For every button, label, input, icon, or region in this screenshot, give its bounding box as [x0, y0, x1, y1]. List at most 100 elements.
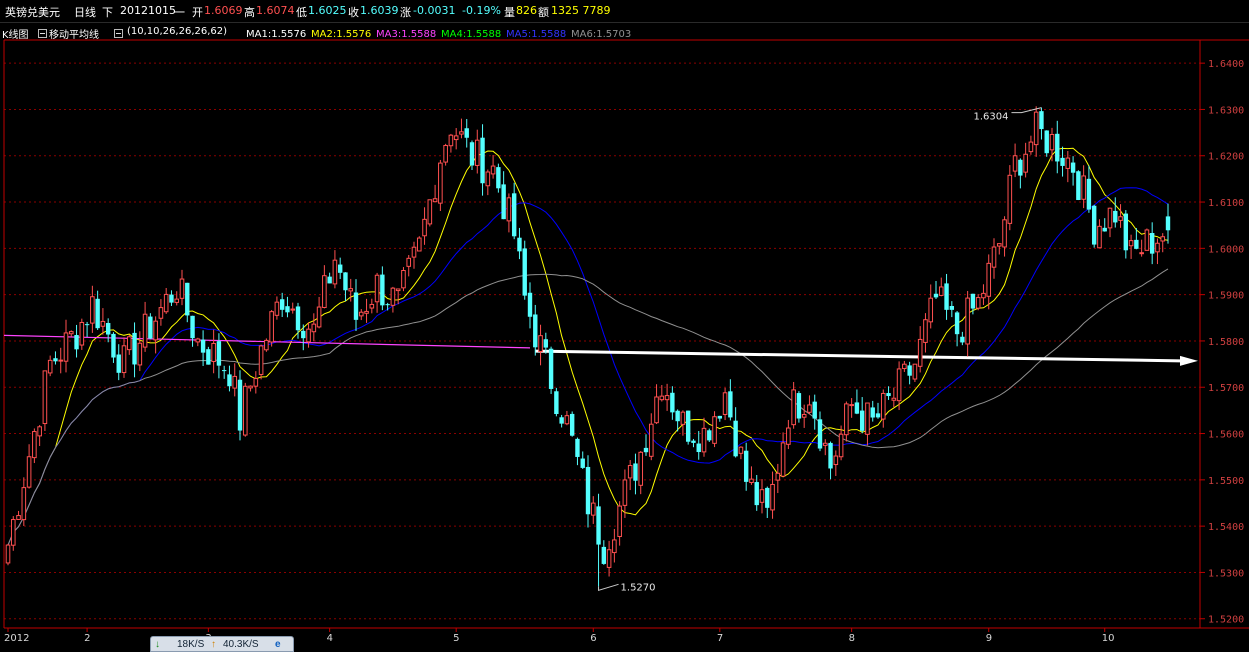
candle	[358, 309, 364, 321]
candle-body	[1023, 153, 1028, 173]
y-tick-label: 1.5400	[1208, 522, 1244, 533]
candle	[717, 415, 723, 422]
candle	[506, 193, 512, 233]
candle-body	[575, 438, 580, 457]
candle	[448, 133, 454, 153]
candle	[622, 469, 628, 518]
candle	[854, 389, 860, 415]
candle-body	[1049, 133, 1055, 151]
candle	[670, 386, 675, 420]
candle	[1102, 218, 1107, 232]
candle-body	[691, 440, 696, 443]
candle-body	[1076, 171, 1081, 200]
candle-body	[174, 298, 180, 303]
candle-body	[327, 276, 332, 284]
candle-body	[453, 135, 459, 141]
candle-body	[527, 292, 533, 317]
candle-body	[1144, 229, 1150, 251]
candle-body	[32, 431, 37, 459]
candle-body	[158, 307, 164, 319]
candle-body	[380, 274, 385, 306]
candle	[464, 119, 469, 148]
candle-body	[538, 335, 543, 353]
candle	[1033, 106, 1039, 157]
download-arrow-icon: ↓	[155, 639, 160, 650]
candle	[443, 143, 448, 166]
candle-body	[780, 442, 786, 477]
y-tick-label: 1.6200	[1208, 152, 1244, 163]
candle-body	[859, 410, 865, 431]
candle	[654, 384, 659, 425]
candle-body	[1018, 159, 1023, 176]
candle	[1055, 120, 1060, 174]
candle-body	[358, 311, 364, 317]
candle-body	[469, 142, 475, 166]
candle-body	[185, 282, 190, 316]
candle	[453, 128, 459, 150]
candle-body	[554, 391, 559, 415]
x-tick-label: 4	[327, 633, 333, 644]
candle	[1165, 203, 1171, 244]
candle	[538, 324, 543, 366]
candle	[364, 298, 369, 323]
candle-body	[928, 297, 934, 323]
candle-body	[105, 322, 111, 335]
candles	[5, 106, 1171, 587]
candle-body	[448, 134, 454, 147]
candle	[179, 269, 185, 306]
candle-body	[517, 237, 522, 252]
candle	[569, 411, 575, 437]
candle	[838, 425, 844, 461]
candle-body	[364, 310, 369, 314]
candle-body	[759, 489, 765, 503]
candle	[416, 236, 422, 252]
candle	[759, 479, 765, 514]
candle-body	[1102, 227, 1107, 232]
annotations: 1.6304 1.5270	[598, 107, 1042, 593]
candle	[938, 277, 944, 297]
candle	[269, 310, 274, 347]
browser-icon[interactable]: e	[275, 639, 281, 650]
candle	[459, 118, 464, 139]
candle-body	[944, 283, 949, 310]
candle-body	[385, 304, 390, 306]
candle-body	[216, 341, 222, 366]
candle-body	[95, 298, 100, 329]
candle-body	[1060, 157, 1065, 166]
candle-body	[986, 262, 992, 297]
candle	[796, 391, 802, 423]
candle-body	[1160, 236, 1166, 242]
grid-lines	[4, 62, 1200, 620]
candle	[822, 439, 828, 456]
candle-body	[981, 292, 986, 299]
candle-body	[1002, 219, 1007, 248]
candle	[279, 292, 285, 317]
candle	[264, 338, 269, 352]
candle	[1086, 165, 1092, 213]
candle	[828, 441, 833, 480]
candle-body	[501, 184, 506, 220]
candle-body	[374, 274, 380, 303]
candle	[728, 379, 733, 421]
candle	[680, 410, 686, 436]
candle-body	[754, 482, 759, 506]
trend-lines	[3, 334, 1198, 366]
y-tick-label: 1.5300	[1208, 568, 1244, 579]
candle-body	[111, 333, 116, 358]
candle-body	[680, 411, 686, 425]
x-tick-label: 9	[986, 633, 992, 644]
candlestick-chart[interactable]: 1.6400 1.6300 1.6200 1.6100 1.6000 1.5900 1.58…	[0, 0, 1249, 650]
candle	[369, 298, 375, 314]
candle	[733, 407, 738, 458]
candle	[696, 431, 701, 460]
candle	[116, 344, 121, 381]
y-axis: 1.6400 1.6300 1.6200 1.6100 1.6000 1.5900 1.58…	[1200, 59, 1244, 626]
candle	[770, 471, 775, 519]
candle-body	[654, 396, 659, 424]
candle-body	[807, 404, 812, 413]
candle-body	[596, 506, 601, 545]
candle-body	[838, 433, 844, 458]
candle	[527, 282, 533, 329]
candle-body	[828, 442, 833, 469]
candle	[427, 199, 433, 227]
